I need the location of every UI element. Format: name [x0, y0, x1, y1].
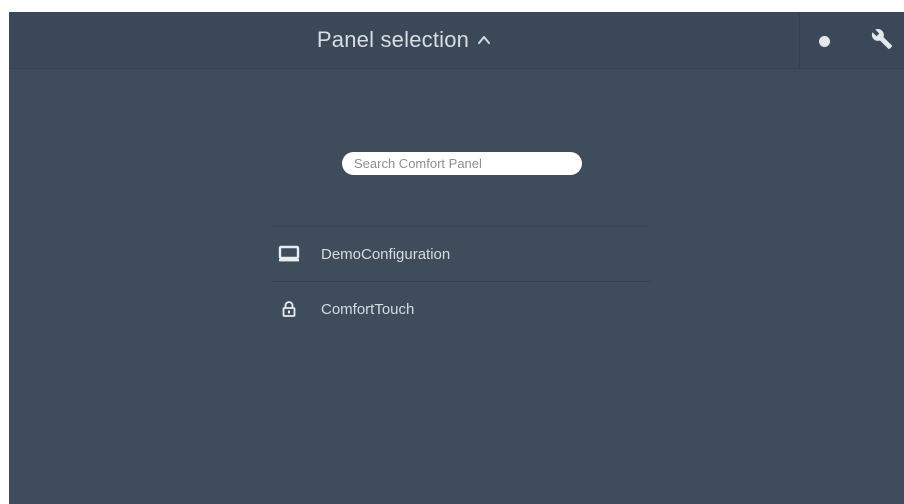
panel-list: DemoConfiguration ComfortTouch [271, 226, 651, 336]
list-item-comforttouch[interactable]: ComfortTouch [271, 281, 651, 336]
wrench-icon [871, 28, 893, 55]
lock-icon [277, 299, 301, 319]
panel-selection-toggle[interactable]: Panel selection [9, 12, 799, 68]
list-item-label: DemoConfiguration [321, 245, 451, 263]
status-dot-icon [819, 36, 830, 47]
monitor-icon [277, 244, 301, 264]
page-title: Panel selection [316, 27, 470, 52]
caret-up-icon [477, 33, 491, 47]
topbar-divider [799, 12, 800, 68]
app-screen: Panel selection Search Comfort Panel Dem… [9, 12, 904, 504]
top-bar: Panel selection [9, 12, 904, 69]
list-item-label: ComfortTouch [321, 300, 415, 318]
settings-button[interactable] [867, 26, 897, 56]
search-input[interactable] [354, 156, 570, 171]
list-item-democonfiguration[interactable]: DemoConfiguration [271, 226, 651, 281]
search-field[interactable] [342, 152, 582, 175]
